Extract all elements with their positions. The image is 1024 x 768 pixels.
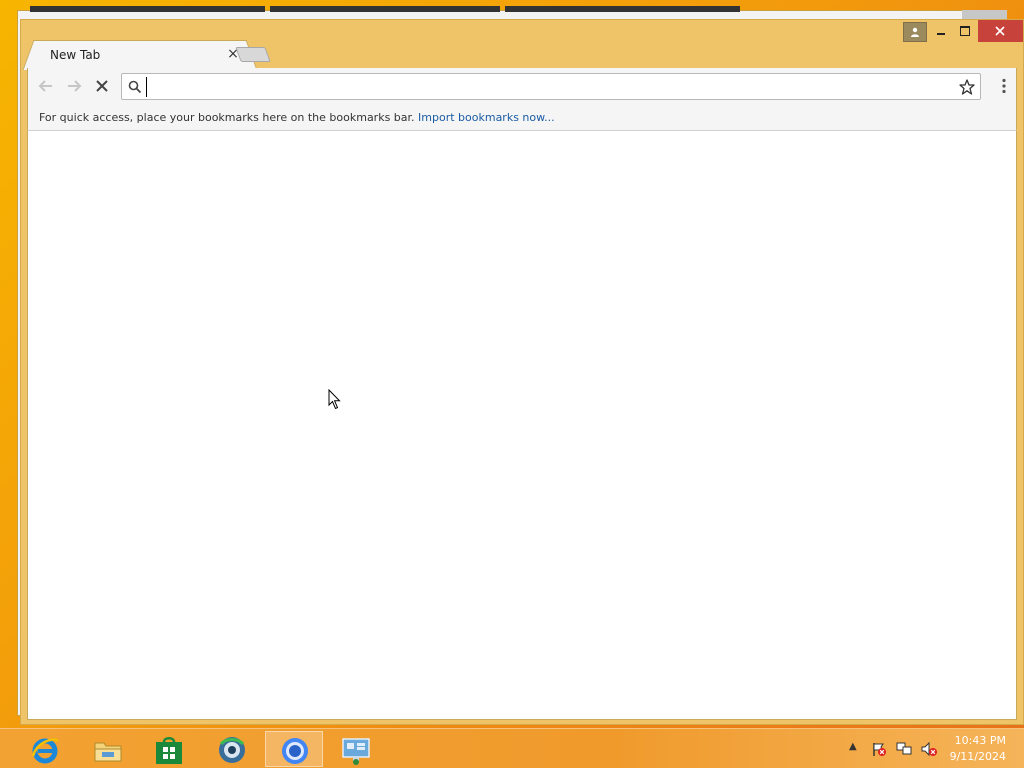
tab-strip: New Tab × [21, 20, 1023, 69]
forward-button[interactable] [62, 74, 86, 98]
ie-icon [31, 738, 59, 764]
bookmarks-bar: For quick access, place your bookmarks h… [27, 104, 1017, 131]
tab-title: New Tab [50, 48, 101, 62]
chrome-icon [282, 738, 308, 764]
bookmark-star-icon[interactable] [958, 78, 976, 96]
kebab-menu-icon [1002, 78, 1006, 94]
taskbar: ▲ 10:43 PM 9/11/2024 [0, 728, 1024, 768]
taskbar-internet-explorer[interactable] [16, 731, 74, 767]
new-tab-button[interactable] [235, 47, 271, 62]
taskbar-file-explorer[interactable] [79, 731, 137, 767]
clock-date: 9/11/2024 [949, 750, 1006, 763]
tab-new-tab[interactable]: New Tab × [35, 40, 245, 69]
import-bookmarks-link[interactable]: Import bookmarks now... [418, 111, 555, 124]
taskbar-store[interactable] [140, 731, 198, 767]
network-icon[interactable] [895, 741, 913, 757]
stop-x-icon [96, 80, 108, 92]
address-input[interactable] [146, 77, 946, 97]
close-icon [995, 26, 1005, 36]
browser-window: New Tab × For quick access, place your b… [20, 19, 1024, 725]
taskbar-chrome[interactable] [265, 731, 323, 767]
taskbar-clock[interactable]: 10:43 PM 9/11/2024 [936, 733, 1006, 765]
taskbar-remote-desktop[interactable] [327, 731, 385, 767]
action-center-flag-icon[interactable] [871, 741, 887, 757]
background-window-strip [505, 6, 740, 12]
taskbar-globe-app[interactable] [203, 731, 261, 767]
store-icon [156, 737, 182, 764]
show-hidden-icons-chevron-icon[interactable]: ▲ [849, 741, 857, 752]
search-icon [128, 80, 142, 94]
background-window-strip [30, 6, 265, 12]
chrome-menu-button[interactable] [992, 74, 1016, 98]
mouse-cursor-icon [328, 389, 341, 410]
clock-time: 10:43 PM [954, 734, 1006, 747]
maximize-button[interactable] [953, 20, 978, 42]
profile-button[interactable] [903, 22, 927, 42]
arrow-right-icon [68, 80, 82, 92]
back-button[interactable] [34, 74, 58, 98]
browser-toolbar [27, 68, 1017, 104]
minimize-button[interactable] [927, 20, 955, 42]
bookmarks-bar-message: For quick access, place your bookmarks h… [39, 111, 415, 124]
close-window-button[interactable] [978, 20, 1023, 42]
arrow-left-icon [38, 80, 52, 92]
remote-desktop-icon [342, 738, 370, 765]
globe-app-icon [219, 737, 245, 763]
person-icon [911, 27, 919, 37]
stop-loading-button[interactable] [90, 74, 114, 98]
address-bar[interactable] [121, 73, 981, 100]
page-content[interactable] [27, 131, 1017, 720]
background-window-strip [270, 6, 500, 12]
folder-icon [94, 742, 122, 762]
